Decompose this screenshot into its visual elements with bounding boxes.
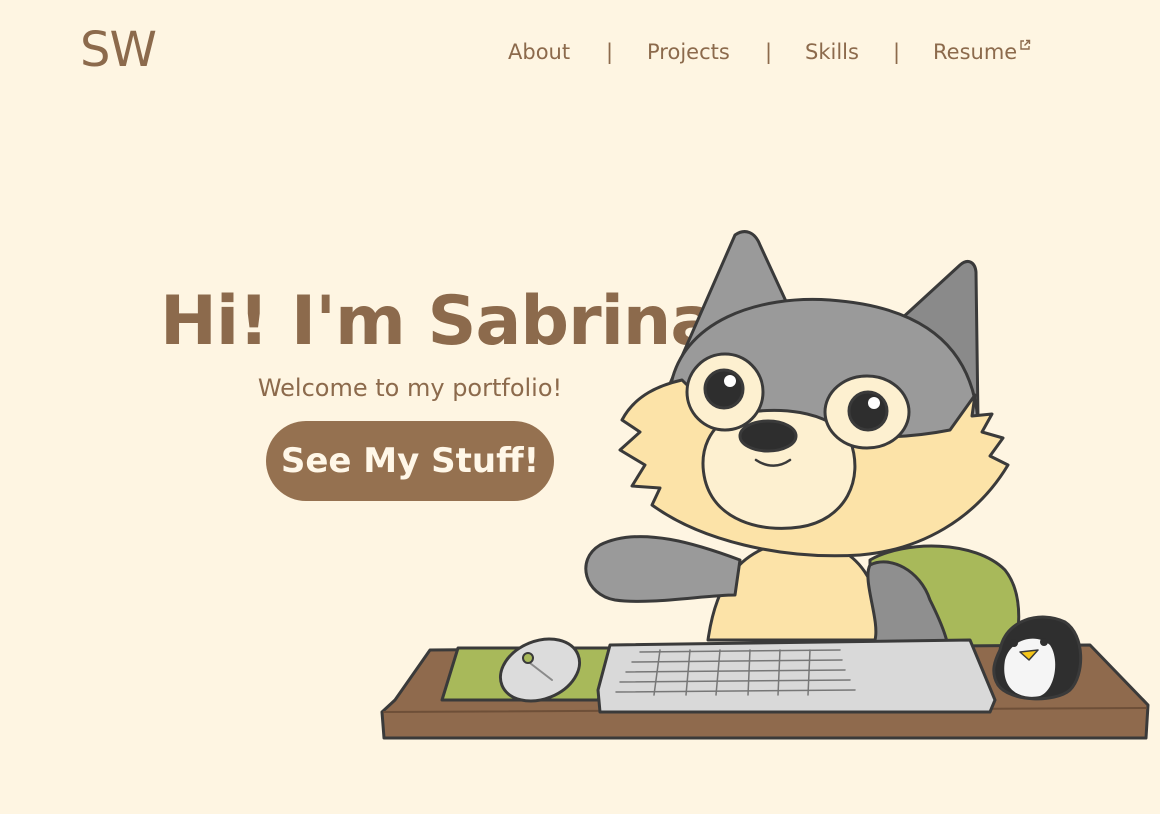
cat-nose <box>738 419 798 453</box>
nav-resume-label: Resume <box>933 40 1018 64</box>
nav-about-link[interactable]: About <box>508 36 570 68</box>
nav-projects-link[interactable]: Projects <box>647 36 730 68</box>
nav-skills-link[interactable]: Skills <box>805 36 859 68</box>
external-link-icon <box>1020 39 1031 50</box>
cat-right-eye <box>847 390 889 432</box>
nav-separator: | <box>606 40 614 64</box>
nav-separator: | <box>765 40 773 64</box>
nav-separator: | <box>893 40 901 64</box>
cat-at-desk-illustration <box>380 230 1150 740</box>
nav-resume-link[interactable]: Resume <box>933 36 1031 68</box>
cat-left-arm <box>584 535 742 603</box>
main-nav: About | Projects | Skills | Resume <box>0 36 1160 68</box>
cat-left-eye <box>703 368 745 410</box>
